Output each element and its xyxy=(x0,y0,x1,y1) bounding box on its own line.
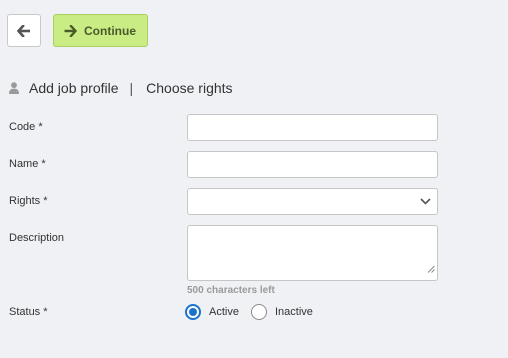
code-field-wrapper xyxy=(187,114,438,141)
status-active-label: Active xyxy=(209,306,239,318)
breadcrumb-step-choose-rights: Choose rights xyxy=(146,80,233,96)
breadcrumb-separator: | xyxy=(129,80,134,96)
name-input[interactable] xyxy=(188,152,437,177)
breadcrumb-step-add-job-profile: Add job profile xyxy=(29,80,119,96)
rights-select[interactable] xyxy=(187,188,438,215)
description-textarea[interactable] xyxy=(188,226,437,280)
resize-grip-icon[interactable] xyxy=(427,260,435,278)
name-field-wrapper xyxy=(187,151,438,178)
user-icon xyxy=(9,82,19,94)
status-active-radio[interactable] xyxy=(185,304,201,320)
description-field-wrapper xyxy=(187,225,438,281)
status-option-inactive[interactable]: Inactive xyxy=(250,304,313,320)
code-label: Code * xyxy=(9,121,43,133)
rights-label: Rights * xyxy=(9,195,48,207)
name-label: Name * xyxy=(9,158,46,170)
status-inactive-label: Inactive xyxy=(274,306,313,318)
breadcrumb: Add job profile | Choose rights xyxy=(9,80,233,96)
status-option-active[interactable]: Active xyxy=(185,304,239,320)
continue-button[interactable]: Continue xyxy=(53,14,148,47)
status-inactive-radio[interactable] xyxy=(250,304,267,320)
arrow-left-icon xyxy=(17,24,31,37)
description-label: Description xyxy=(9,232,65,244)
back-button[interactable] xyxy=(7,14,41,47)
chevron-down-icon xyxy=(420,198,431,205)
arrow-right-icon xyxy=(64,24,77,37)
description-char-count: 500 characters left xyxy=(187,285,275,296)
code-input[interactable] xyxy=(188,115,437,140)
status-label: Status * xyxy=(9,306,48,318)
continue-label: Continue xyxy=(84,23,136,38)
status-radio-group: Active Inactive xyxy=(185,304,313,320)
toolbar: Continue xyxy=(7,14,148,47)
